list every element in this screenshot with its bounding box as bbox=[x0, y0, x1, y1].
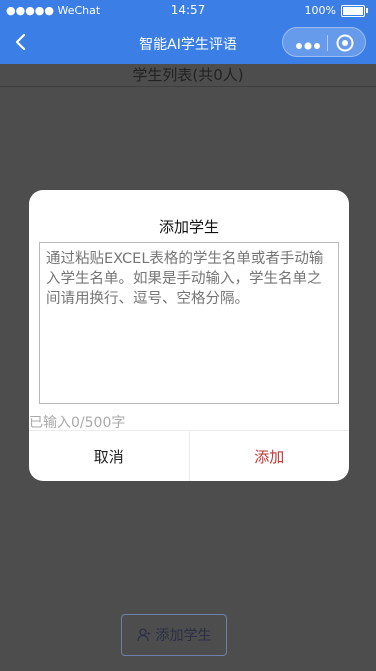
divider bbox=[0, 86, 376, 87]
add-student-button[interactable]: 添加学生 bbox=[121, 614, 227, 656]
student-list-header: 学生列表(共0人) bbox=[132, 66, 244, 84]
modal-title: 添加学生 bbox=[158, 218, 219, 236]
close-circle-icon[interactable] bbox=[335, 33, 355, 53]
char-counter: 已输入0/500字 bbox=[29, 415, 126, 431]
add-student-label: 添加学生 bbox=[155, 628, 212, 644]
battery-tip bbox=[366, 8, 368, 13]
cancel-button[interactable]: 取消 bbox=[29, 431, 190, 481]
capsule-divider bbox=[327, 35, 328, 51]
add-student-modal: 添加学生 已输入0/500字 取消 添加 bbox=[29, 190, 349, 481]
status-right: 100% bbox=[305, 4, 368, 17]
status-bar: ●●●●● WeChat 14:57 100% bbox=[0, 0, 376, 22]
mini-program-capsule bbox=[282, 27, 366, 57]
battery-icon bbox=[341, 4, 365, 17]
battery-label: 100% bbox=[304, 4, 336, 17]
more-icon[interactable] bbox=[293, 37, 323, 50]
nav-bar: 智能AI学生评语 bbox=[0, 22, 376, 64]
user-icon bbox=[136, 628, 150, 642]
add-button[interactable]: 添加 bbox=[190, 431, 350, 481]
modal-actions: 取消 添加 bbox=[29, 430, 349, 481]
student-names-input[interactable] bbox=[39, 242, 339, 404]
